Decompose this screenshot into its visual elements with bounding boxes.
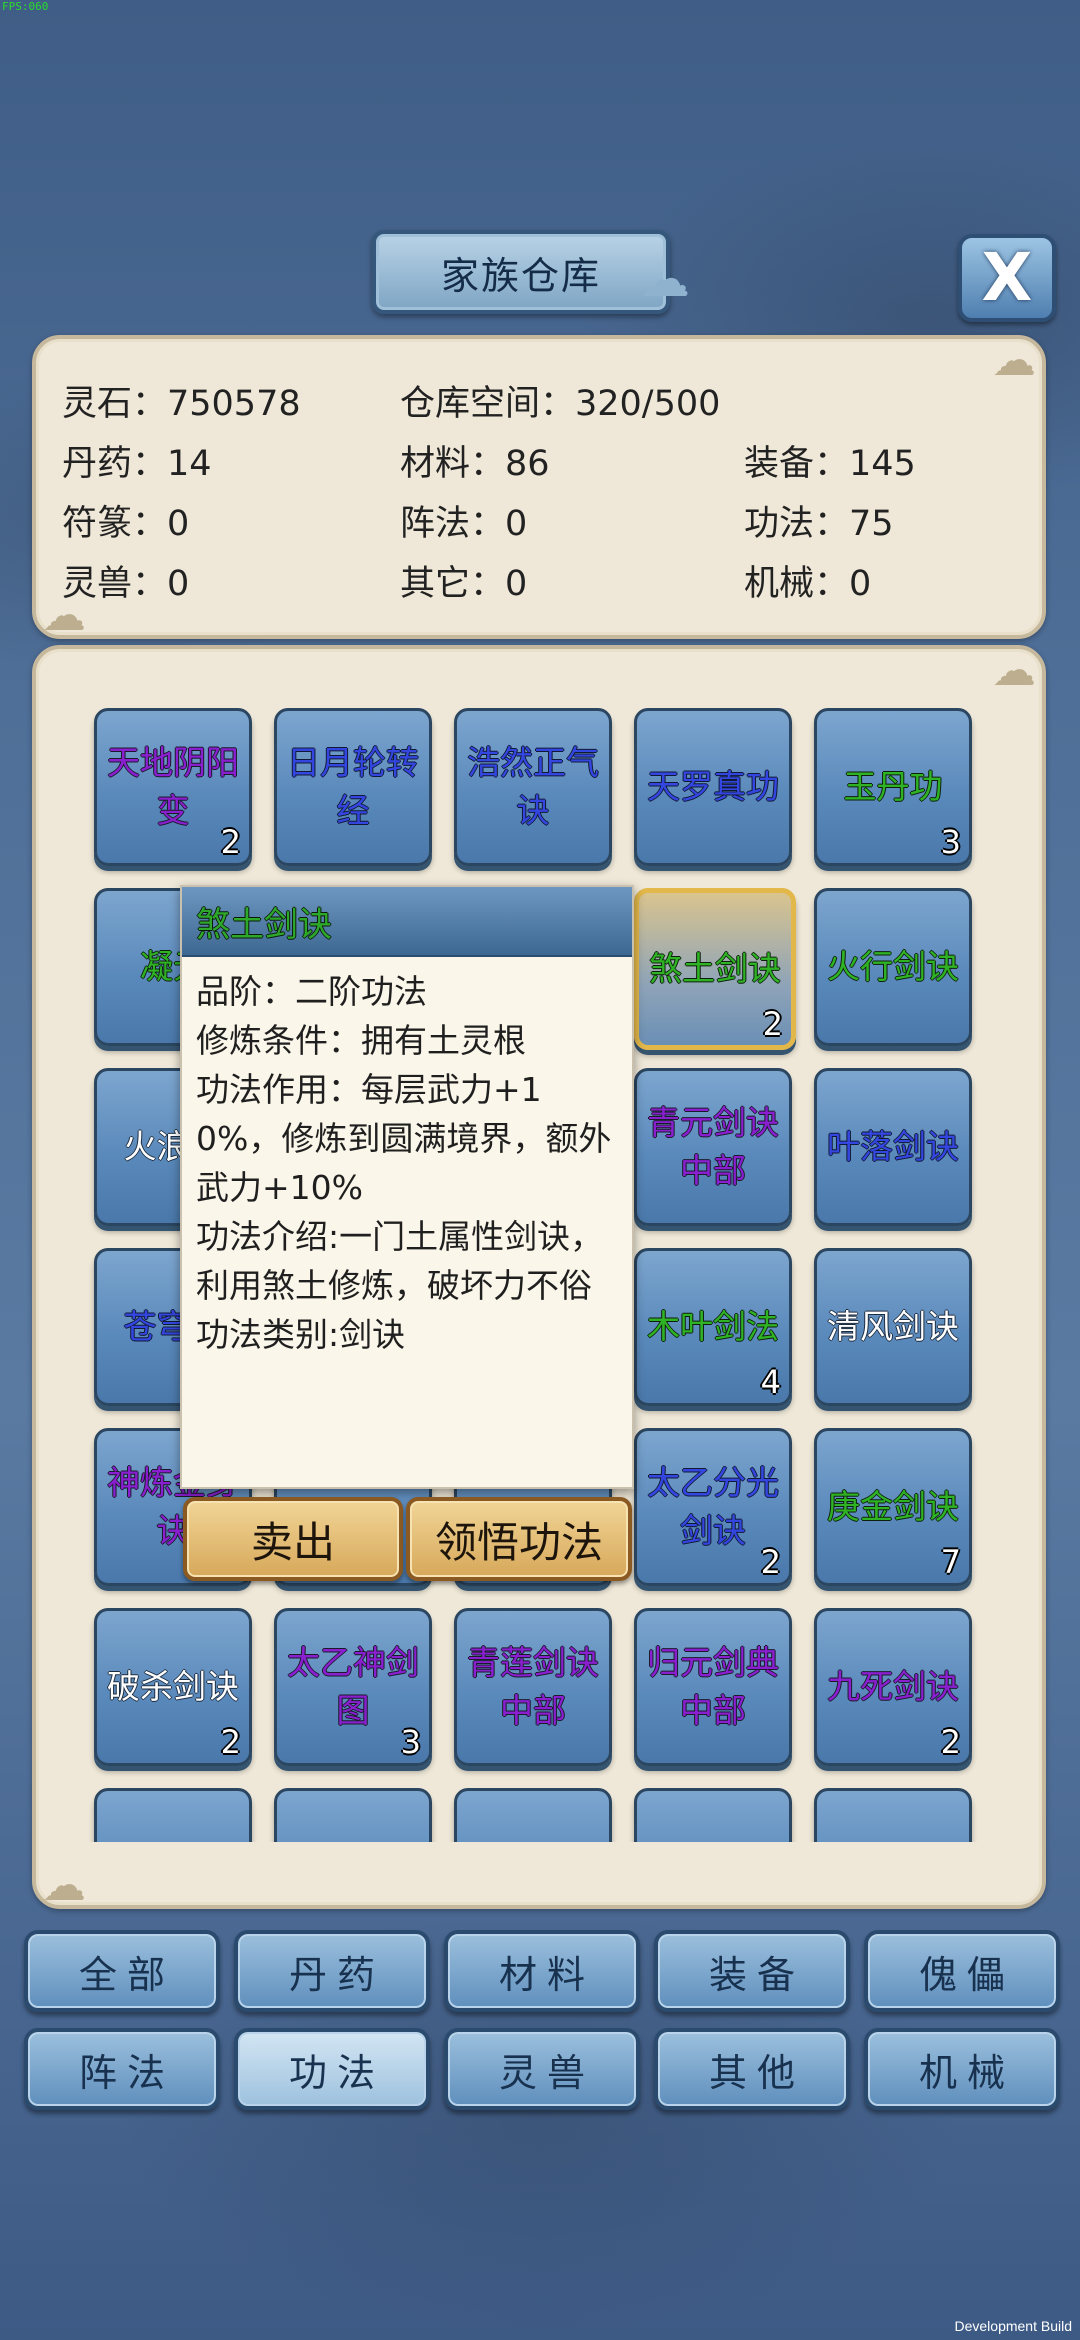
item-quantity: 3 — [400, 1723, 421, 1761]
tab-5[interactable]: 阵法 — [24, 2028, 220, 2110]
item-quantity: 2 — [760, 1543, 781, 1581]
item-quantity: 3 — [940, 823, 961, 861]
inventory-slot[interactable]: 叶落剑诀 — [814, 1068, 972, 1226]
inventory-slot[interactable]: 煞土剑诀 2 — [634, 888, 796, 1050]
item-name: 天地阴阳变 — [107, 743, 239, 830]
tab-9[interactable]: 机械 — [864, 2028, 1060, 2110]
item-name: 煞土剑诀 — [649, 949, 781, 988]
item-name: 破杀剑诀 — [107, 1667, 239, 1706]
inventory-slot[interactable]: 天地阴阳变 2 — [94, 708, 252, 866]
inventory-slot[interactable] — [454, 1788, 612, 1842]
item-quantity: 2 — [220, 823, 241, 861]
item-name: 青莲剑诀中部 — [467, 1643, 599, 1730]
tooltip-line-rank: 品阶：二阶功法 — [196, 972, 427, 1011]
item-name: 木叶剑法 — [647, 1307, 779, 1346]
inventory-slot[interactable]: 青莲剑诀中部 — [454, 1608, 612, 1766]
tab-label: 机械 — [918, 2050, 1015, 2095]
tooltip-header: 煞土剑诀 — [182, 887, 632, 957]
item-tooltip: 煞土剑诀 品阶：二阶功法 修炼条件：拥有土灵根 功法作用：每层武力+10%，修炼… — [180, 885, 634, 1489]
inventory-slot[interactable]: 浩然正气诀 — [454, 708, 612, 866]
inventory-slot[interactable] — [274, 1788, 432, 1842]
inventory-slot[interactable]: 九死剑诀 2 — [814, 1608, 972, 1766]
inventory-slot[interactable]: 破杀剑诀 2 — [94, 1608, 252, 1766]
item-name: 清风剑诀 — [827, 1307, 959, 1346]
inventory-slot[interactable]: 日月轮转经 — [274, 708, 432, 866]
tab-label: 丹药 — [288, 1952, 385, 1997]
sell-button[interactable]: 卖出 — [183, 1497, 403, 1581]
inventory-slot[interactable]: 天罗真功 — [634, 708, 792, 866]
inventory-slot[interactable]: 清风剑诀 — [814, 1248, 972, 1406]
cloud-corner-icon: ☁ — [42, 1860, 86, 1911]
inventory-slot[interactable]: 归元剑典中部 — [634, 1608, 792, 1766]
inventory-slot[interactable]: 太乙神剑图 3 — [274, 1608, 432, 1766]
item-name: 浩然正气诀 — [467, 743, 599, 830]
tab-label: 傀儡 — [918, 1952, 1015, 1997]
tooltip-line-requirement: 修炼条件：拥有土灵根 — [196, 1021, 526, 1060]
sell-button-label: 卖出 — [250, 1517, 335, 1567]
learn-button-label: 领悟功法 — [434, 1517, 603, 1567]
inventory-slot[interactable]: 庚金剑诀 7 — [814, 1428, 972, 1586]
item-name: 归元剑典中部 — [647, 1643, 779, 1730]
inventory-slot[interactable]: 青莲剑诀 — [814, 1788, 972, 1842]
item-quantity: 2 — [220, 1723, 241, 1761]
item-name: 青元剑诀中部 — [647, 1103, 779, 1190]
item-name: 日月轮转经 — [287, 743, 419, 830]
tab-label: 功法 — [288, 2050, 385, 2095]
item-name: 庚金剑诀 — [827, 1487, 959, 1526]
inventory-slot[interactable] — [94, 1788, 252, 1842]
item-name: 玉丹功 — [843, 767, 943, 806]
item-name: 九死剑诀 — [827, 1667, 959, 1706]
tooltip-line-effect: 功法作用：每层武力+10%，修炼到圆满境界，额外武力+10% — [196, 1070, 612, 1207]
item-quantity: 2 — [940, 1723, 961, 1761]
tab-6[interactable]: 功法 — [234, 2028, 430, 2110]
item-quantity: 7 — [940, 1543, 961, 1581]
tooltip-line-intro: 功法介绍:一门土属性剑诀，利用煞土修炼，破坏力不俗 — [196, 1217, 604, 1305]
tab-0[interactable]: 全部 — [24, 1930, 220, 2012]
item-name: 天罗真功 — [647, 767, 779, 806]
inventory-slot[interactable]: 太乙分光剑诀 2 — [634, 1428, 792, 1586]
inventory-slot[interactable]: 玉丹功 3 — [814, 708, 972, 866]
tab-8[interactable]: 其他 — [654, 2028, 850, 2110]
tab-label: 材料 — [498, 1952, 595, 1997]
development-build-label: Development Build — [954, 2318, 1072, 2334]
learn-technique-button[interactable]: 领悟功法 — [406, 1497, 632, 1581]
tab-label: 全部 — [78, 1952, 175, 1997]
item-quantity: 2 — [762, 1005, 783, 1043]
inventory-slot[interactable] — [634, 1788, 792, 1842]
tab-2[interactable]: 材料 — [444, 1930, 640, 2012]
inventory-slot[interactable]: 青元剑诀中部 — [634, 1068, 792, 1226]
tab-label: 阵法 — [78, 2050, 175, 2095]
item-name: 太乙神剑图 — [287, 1643, 419, 1730]
tab-label: 灵兽 — [498, 2050, 595, 2095]
tooltip-title: 煞土剑诀 — [196, 904, 332, 945]
item-name: 火行剑诀 — [827, 947, 959, 986]
inventory-slot[interactable]: 火行剑诀 — [814, 888, 972, 1046]
inventory-slot[interactable]: 木叶剑法 4 — [634, 1248, 792, 1406]
tab-4[interactable]: 傀儡 — [864, 1930, 1060, 2012]
tooltip-line-category: 功法类别:剑诀 — [196, 1315, 406, 1354]
tab-label: 装备 — [708, 1952, 805, 1997]
tab-7[interactable]: 灵兽 — [444, 2028, 640, 2110]
item-quantity: 4 — [760, 1363, 781, 1401]
tooltip-body: 品阶：二阶功法 修炼条件：拥有土灵根 功法作用：每层武力+10%，修炼到圆满境界… — [182, 957, 632, 1369]
tab-3[interactable]: 装备 — [654, 1930, 850, 2012]
tab-label: 其他 — [708, 2050, 805, 2095]
tab-1[interactable]: 丹药 — [234, 1930, 430, 2012]
item-name: 太乙分光剑诀 — [647, 1463, 779, 1550]
item-name: 叶落剑诀 — [827, 1127, 959, 1166]
